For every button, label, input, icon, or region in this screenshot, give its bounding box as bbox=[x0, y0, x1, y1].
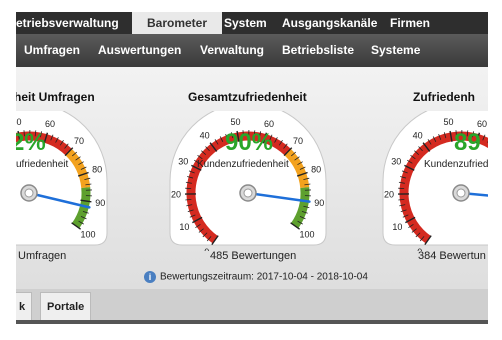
gauge-zufriedenheit: 0102030405060708090100 89 Kundenzufriede… bbox=[376, 111, 488, 251]
gauge-count-gesamt: 485 Bewertungen bbox=[210, 250, 297, 262]
topnav-item-firmen[interactable]: Firmen bbox=[390, 12, 430, 34]
gauge-scale-label: 70 bbox=[293, 136, 303, 146]
gauge-scale-label: 50 bbox=[16, 117, 22, 127]
gauge-scale-label: 50 bbox=[443, 117, 453, 127]
gauge-label: Kundenzufriedenheit bbox=[197, 159, 289, 170]
gauge-count-zufriedenheit: 384 Bewertun bbox=[418, 250, 486, 262]
gauge-scale-label: 10 bbox=[392, 222, 402, 232]
gauge-scale-label: 80 bbox=[311, 165, 321, 175]
gauge-umfragen: 0102030405060708090100 2% ufriedenheit bbox=[16, 111, 114, 251]
gauge-scale-label: 60 bbox=[264, 119, 274, 129]
info-icon[interactable]: i bbox=[144, 271, 156, 283]
gauge-scale-label: 90 bbox=[314, 198, 324, 208]
gauge-count-umfragen: Umfragen bbox=[18, 250, 67, 262]
gauge-label: ufriedenheit bbox=[16, 159, 69, 170]
evaluation-period: i Bewertungszeitraum: 2017-10-04 - 2018-1… bbox=[144, 271, 368, 283]
tab-k[interactable]: k bbox=[16, 292, 33, 321]
top-navigation: etriebsverwaltung Barometer System Ausga… bbox=[16, 12, 488, 34]
gauge-scale-label: 90 bbox=[95, 198, 105, 208]
gauge-scale-label: 80 bbox=[92, 165, 102, 175]
gauge-scale-label: 40 bbox=[413, 131, 423, 141]
gauge-label: Kundenzufriedenh bbox=[424, 159, 488, 170]
sub-navigation: Umfragen Auswertungen Verwaltung Betrieb… bbox=[16, 34, 488, 67]
subnav-item-systeme[interactable]: Systeme bbox=[371, 34, 420, 67]
tab-bar: k Portale bbox=[16, 289, 488, 324]
topnav-item-ausgangskanaele[interactable]: Ausgangskanäle bbox=[282, 12, 377, 34]
subnav-item-umfragen[interactable]: Umfragen bbox=[24, 34, 80, 67]
topnav-item-barometer[interactable]: Barometer bbox=[132, 12, 222, 34]
subnav-item-auswertungen[interactable]: Auswertungen bbox=[98, 34, 181, 67]
gauge-scale-label: 30 bbox=[178, 156, 188, 166]
gauge-scale-label: 30 bbox=[391, 156, 401, 166]
app-window: etriebsverwaltung Barometer System Ausga… bbox=[16, 12, 488, 324]
gauge-scale-label: 60 bbox=[477, 119, 487, 129]
gauge-percent: 2% bbox=[16, 129, 46, 156]
gauge-gesamt: 0 10 20 30 40 50 60 70 80 90 100 90% Kundenzufried… bbox=[163, 111, 333, 251]
period-text: Bewertungszeitraum: 2017-10-04 - 2018-10… bbox=[160, 271, 368, 283]
gauge-scale-label: 100 bbox=[299, 229, 314, 239]
gauge-scale-label: 0 bbox=[204, 247, 209, 251]
gauge-scale-label: 40 bbox=[200, 131, 210, 141]
gauge-scale-label: 20 bbox=[384, 189, 394, 199]
topnav-item-system[interactable]: System bbox=[224, 12, 267, 34]
gauge-hub-center bbox=[243, 188, 253, 198]
gauge-title-umfragen: heit Umfragen bbox=[16, 90, 95, 104]
topnav-item-betriebsverwaltung[interactable]: etriebsverwaltung bbox=[16, 12, 126, 34]
barometer-panel: heit Umfragen Gesamtzufriedenheit Zufrie… bbox=[16, 67, 488, 289]
footer-strip bbox=[16, 320, 488, 324]
gauge-scale-label: 60 bbox=[45, 119, 55, 129]
gauge-percent: 89 bbox=[454, 129, 481, 156]
gauge-hub-center bbox=[24, 188, 34, 198]
subnav-item-verwaltung[interactable]: Verwaltung bbox=[200, 34, 264, 67]
gauge-percent: 90% bbox=[224, 129, 274, 156]
gauge-scale-label: 10 bbox=[179, 222, 189, 232]
gauge-title-gesamt: Gesamtzufriedenheit bbox=[188, 90, 307, 104]
gauge-title-zufriedenheit: Zufriedenh bbox=[413, 90, 475, 104]
gauge-hub-center bbox=[456, 188, 466, 198]
gauge-scale-label: 50 bbox=[230, 117, 240, 127]
gauge-scale-label: 70 bbox=[74, 136, 84, 146]
gauge-scale-label: 100 bbox=[80, 229, 95, 239]
subnav-item-betriebsliste[interactable]: Betriebsliste bbox=[282, 34, 354, 67]
tab-portale[interactable]: Portale bbox=[40, 292, 92, 321]
gauge-scale-label: 20 bbox=[171, 189, 181, 199]
